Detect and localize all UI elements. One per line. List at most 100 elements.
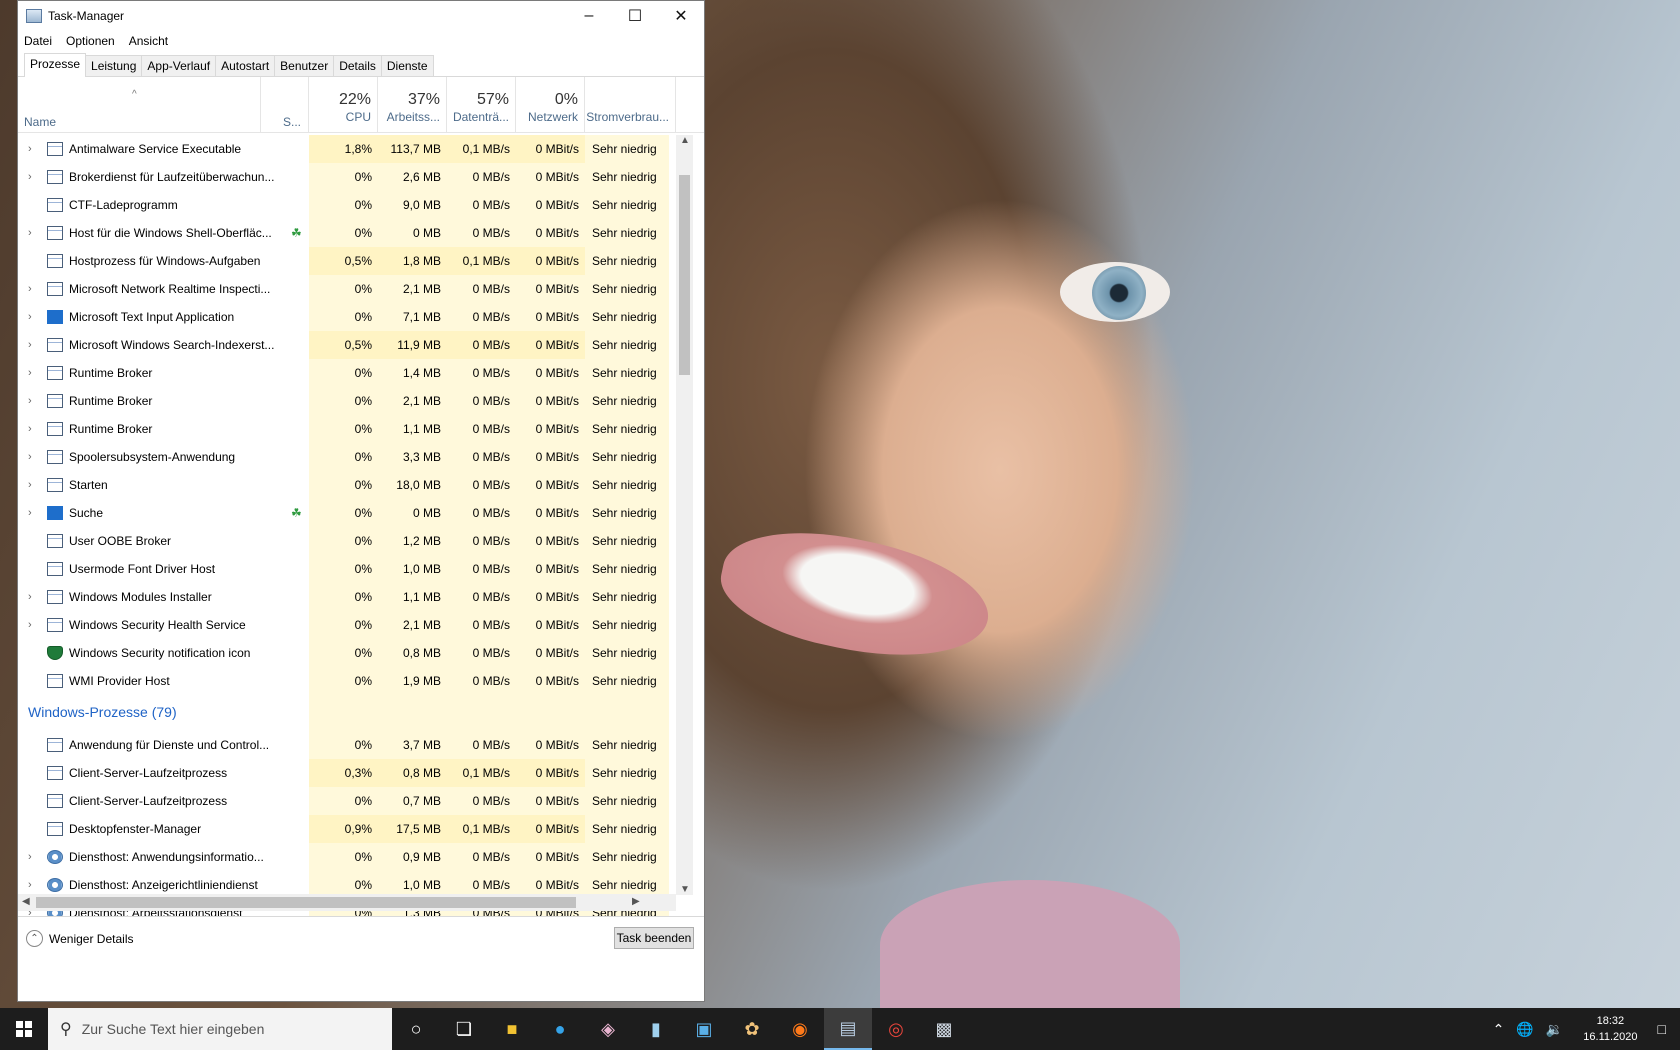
process-row[interactable]: CTF-Ladeprogramm 0% 9,0 MB 0 MB/s 0 MBit/s Se… bbox=[18, 191, 694, 219]
expand-chevron-icon[interactable]: › bbox=[28, 227, 32, 239]
cpu-value: 0% bbox=[309, 471, 378, 499]
task-manager-taskbar-icon[interactable]: ▤ bbox=[824, 1008, 872, 1050]
expand-chevron-icon[interactable]: › bbox=[28, 143, 32, 155]
expand-chevron-icon[interactable]: › bbox=[28, 311, 32, 323]
scroll-up-icon[interactable]: ▲ bbox=[680, 135, 690, 146]
firefox-icon[interactable]: ◉ bbox=[776, 1008, 824, 1050]
file-explorer-icon[interactable]: ■ bbox=[488, 1008, 536, 1050]
scroll-down-icon[interactable]: ▼ bbox=[680, 884, 690, 895]
cortana-icon[interactable]: ○ bbox=[392, 1008, 440, 1050]
column-disk[interactable]: 57% Datenträ... bbox=[447, 77, 516, 133]
remote-desktop-icon[interactable]: ▩ bbox=[920, 1008, 968, 1050]
expand-chevron-icon[interactable]: › bbox=[28, 367, 32, 379]
minimize-button[interactable]: – bbox=[566, 1, 612, 31]
tab-details[interactable]: Details bbox=[333, 55, 382, 76]
expand-chevron-icon[interactable]: › bbox=[28, 423, 32, 435]
process-row[interactable]: › Runtime Broker 0% 2,1 MB 0 MB/s 0 MBit/s Seh… bbox=[18, 387, 694, 415]
start-button[interactable] bbox=[0, 1008, 48, 1050]
expand-chevron-icon[interactable]: › bbox=[28, 479, 32, 491]
clock[interactable]: 18:32 16.11.2020 bbox=[1583, 1013, 1637, 1045]
expand-chevron-icon[interactable]: › bbox=[28, 851, 32, 863]
edge-icon[interactable]: ● bbox=[536, 1008, 584, 1050]
expand-chevron-icon[interactable]: › bbox=[28, 619, 32, 631]
tab-autostart[interactable]: Autostart bbox=[215, 55, 276, 76]
process-row[interactable]: Client-Server-Laufzeitprozess 0,3% 0,8 MB 0… bbox=[18, 759, 694, 787]
process-row[interactable]: › Brokerdienst für Laufzeitüberwachun... 0… bbox=[18, 163, 694, 191]
process-row[interactable]: › Runtime Broker 0% 1,1 MB 0 MB/s 0 MBit/s Seh… bbox=[18, 415, 694, 443]
process-row[interactable]: Desktopfenster-Manager 0,9% 17,5 MB 0,1 MB/… bbox=[18, 815, 694, 843]
notepad-icon[interactable]: ▮ bbox=[632, 1008, 680, 1050]
process-row[interactable]: Usermode Font Driver Host 0% 1,0 MB 0 MB/s 0… bbox=[18, 555, 694, 583]
network-globe-icon[interactable]: 🌐 bbox=[1516, 1021, 1533, 1038]
less-details-button[interactable]: ⌃ Weniger Details bbox=[26, 930, 133, 947]
power-value: Sehr niedrig bbox=[585, 387, 669, 415]
process-row[interactable]: › Suche ☘ 0% 0 MB 0 MB/s 0 MBit/s Sehr niedrig bbox=[18, 499, 694, 527]
expand-chevron-icon[interactable]: › bbox=[28, 171, 32, 183]
process-row[interactable]: › Microsoft Text Input Application 0% 7,1 M… bbox=[18, 303, 694, 331]
scroll-right-icon[interactable]: ▶ bbox=[632, 896, 640, 907]
process-row[interactable]: Anwendung für Dienste und Control... 0% 3,… bbox=[18, 731, 694, 759]
column-memory[interactable]: 37% Arbeitss... bbox=[378, 77, 447, 133]
power-value: Sehr niedrig bbox=[585, 191, 669, 219]
process-row[interactable]: User OOBE Broker 0% 1,2 MB 0 MB/s 0 MBit/s Se… bbox=[18, 527, 694, 555]
process-row[interactable]: › Spoolersubsystem-Anwendung 0% 3,3 MB 0 MB/… bbox=[18, 443, 694, 471]
process-row[interactable]: › Microsoft Windows Search-Indexerst... 0,… bbox=[18, 331, 694, 359]
menu-datei[interactable]: Datei bbox=[24, 34, 52, 48]
tray-chevron-icon[interactable]: ⌃ bbox=[1493, 1021, 1505, 1038]
paint-icon[interactable]: ◈ bbox=[584, 1008, 632, 1050]
tab-leistung[interactable]: Leistung bbox=[85, 55, 143, 76]
expand-chevron-icon[interactable]: › bbox=[28, 283, 32, 295]
expand-chevron-icon[interactable]: › bbox=[28, 879, 32, 891]
menu-ansicht[interactable]: Ansicht bbox=[129, 34, 168, 48]
close-button[interactable]: ✕ bbox=[658, 1, 704, 31]
process-row[interactable]: Hostprozess für Windows-Aufgaben 0,5% 1,8 … bbox=[18, 247, 694, 275]
vertical-scrollbar[interactable]: ▲ ▼ bbox=[676, 135, 693, 895]
volume-icon[interactable]: 🔉 bbox=[1546, 1021, 1563, 1038]
menu-optionen[interactable]: Optionen bbox=[66, 34, 115, 48]
paint-palette-icon[interactable]: ✿ bbox=[728, 1008, 776, 1050]
tab-prozesse[interactable]: Prozesse bbox=[24, 53, 87, 77]
column-status[interactable]: S... bbox=[283, 115, 301, 129]
chrome-icon[interactable]: ◎ bbox=[872, 1008, 920, 1050]
process-row[interactable]: › Starten 0% 18,0 MB 0 MB/s 0 MBit/s Sehr nied… bbox=[18, 471, 694, 499]
title-bar[interactable]: Task-Manager – ☐ ✕ bbox=[18, 1, 704, 31]
horizontal-scroll-thumb[interactable] bbox=[36, 897, 576, 908]
vertical-scroll-thumb[interactable] bbox=[679, 175, 690, 375]
process-row[interactable]: › Microsoft Network Realtime Inspecti... 0… bbox=[18, 275, 694, 303]
column-power[interactable]: Stromverbrau... bbox=[585, 77, 676, 133]
process-row[interactable]: Client-Server-Laufzeitprozess 0% 0,7 MB 0 M… bbox=[18, 787, 694, 815]
control-panel-icon[interactable]: ▣ bbox=[680, 1008, 728, 1050]
column-cpu[interactable]: 22% CPU bbox=[309, 77, 378, 133]
tab-dienste[interactable]: Dienste bbox=[380, 55, 434, 76]
tab-benutzer[interactable]: Benutzer bbox=[274, 55, 335, 76]
process-row[interactable]: Windows Security notification icon 0% 0,8 … bbox=[18, 639, 694, 667]
power-value: Sehr niedrig bbox=[585, 759, 669, 787]
expand-chevron-icon[interactable]: › bbox=[28, 507, 32, 519]
power-value: Sehr niedrig bbox=[585, 731, 669, 759]
tab-app-verlauf[interactable]: App-Verlauf bbox=[141, 55, 217, 76]
process-name: Windows Modules Installer bbox=[69, 590, 212, 604]
process-row[interactable]: › Windows Modules Installer 0% 1,1 MB 0 MB/s… bbox=[18, 583, 694, 611]
end-task-button[interactable]: Task beenden bbox=[614, 927, 694, 949]
taskbar-search-box[interactable]: ⚲ Zur Suche Text hier eingeben bbox=[48, 1008, 392, 1050]
maximize-button[interactable]: ☐ bbox=[612, 1, 658, 31]
notifications-icon[interactable]: □ bbox=[1658, 1021, 1666, 1037]
expand-chevron-icon[interactable]: › bbox=[28, 395, 32, 407]
scroll-left-icon[interactable]: ◀ bbox=[22, 896, 30, 907]
column-network[interactable]: 0% Netzwerk bbox=[516, 77, 585, 133]
task-view-icon[interactable]: ❏ bbox=[440, 1008, 488, 1050]
column-name-header[interactable] bbox=[18, 77, 261, 133]
horizontal-scrollbar[interactable]: ◀ ▶ bbox=[18, 894, 676, 911]
process-row[interactable]: › Windows Security Health Service 0% 2,1 MB… bbox=[18, 611, 694, 639]
process-row[interactable]: WMI Provider Host 0% 1,9 MB 0 MB/s 0 MBit/s S… bbox=[18, 667, 694, 695]
process-row[interactable]: › Diensthost: Anwendungsinformatio... 0% 0,… bbox=[18, 843, 694, 871]
process-row[interactable]: › Antimalware Service Executable 1,8% 113,7… bbox=[18, 135, 694, 163]
network-value: 0 MBit/s bbox=[516, 499, 585, 527]
expand-chevron-icon[interactable]: › bbox=[28, 591, 32, 603]
process-name: Client-Server-Laufzeitprozess bbox=[69, 794, 228, 808]
expand-chevron-icon[interactable]: › bbox=[28, 451, 32, 463]
process-row[interactable]: › Host für die Windows Shell-Oberfläc... ☘… bbox=[18, 219, 694, 247]
memory-value: 11,9 MB bbox=[378, 331, 447, 359]
expand-chevron-icon[interactable]: › bbox=[28, 339, 32, 351]
process-row[interactable]: › Runtime Broker 0% 1,4 MB 0 MB/s 0 MBit/s Seh… bbox=[18, 359, 694, 387]
